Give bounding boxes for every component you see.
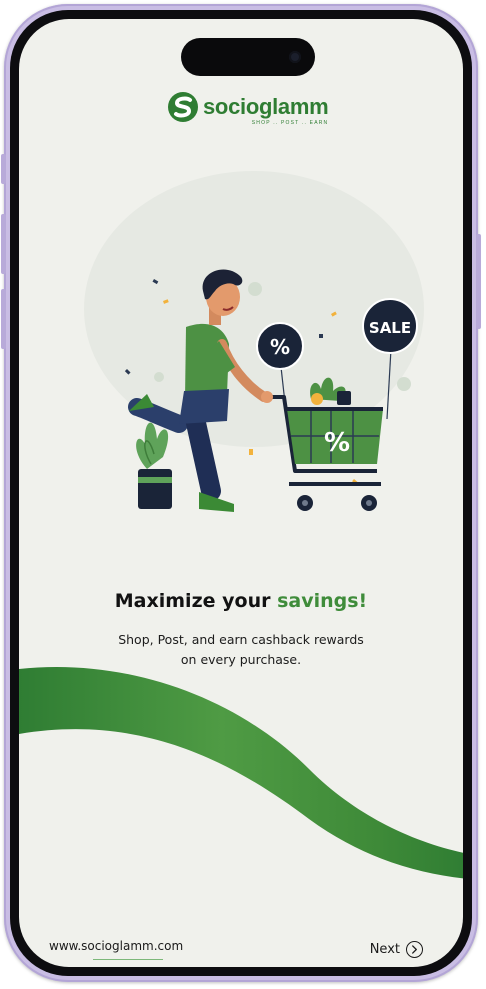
onboarding-headline: Maximize your savings! — [19, 590, 463, 612]
subtext-line-1: Shop, Post, and earn cashback rewards — [118, 632, 364, 647]
camera-icon — [289, 51, 301, 63]
cart-percent-text: % — [324, 428, 350, 458]
chevron-right-circle-icon — [406, 941, 423, 958]
next-label: Next — [369, 942, 400, 957]
next-button[interactable]: Next — [370, 941, 423, 958]
socioglamm-logo-icon — [168, 92, 198, 122]
app-screen: socioglamm SHOP .. POST .. EARN % SALE %… — [19, 19, 463, 967]
sale-badge-text: SALE — [369, 319, 411, 337]
percent-badge-text: % — [270, 335, 290, 359]
brand-name: socioglamm — [203, 94, 329, 119]
side-button — [476, 234, 481, 329]
action-button — [1, 154, 6, 184]
brand-tagline: SHOP .. POST .. EARN — [251, 120, 329, 126]
website-link[interactable]: www.socioglamm.com — [49, 939, 183, 953]
headline-prefix: Maximize your — [114, 590, 278, 612]
website-underline — [93, 959, 163, 960]
phone-frame: socioglamm SHOP .. POST .. EARN % SALE %… — [1, 4, 481, 982]
volume-up-button — [1, 214, 6, 274]
shopping-cart-illustration: % SALE % — [84, 171, 424, 512]
green-wave-decoration — [19, 666, 463, 879]
headline-accent: savings! — [277, 590, 368, 612]
volume-down-button — [1, 289, 6, 349]
phone-bezel: socioglamm SHOP .. POST .. EARN % SALE %… — [10, 10, 472, 976]
brand-logo: socioglamm SHOP .. POST .. EARN — [167, 89, 329, 126]
dynamic-island — [181, 38, 315, 76]
